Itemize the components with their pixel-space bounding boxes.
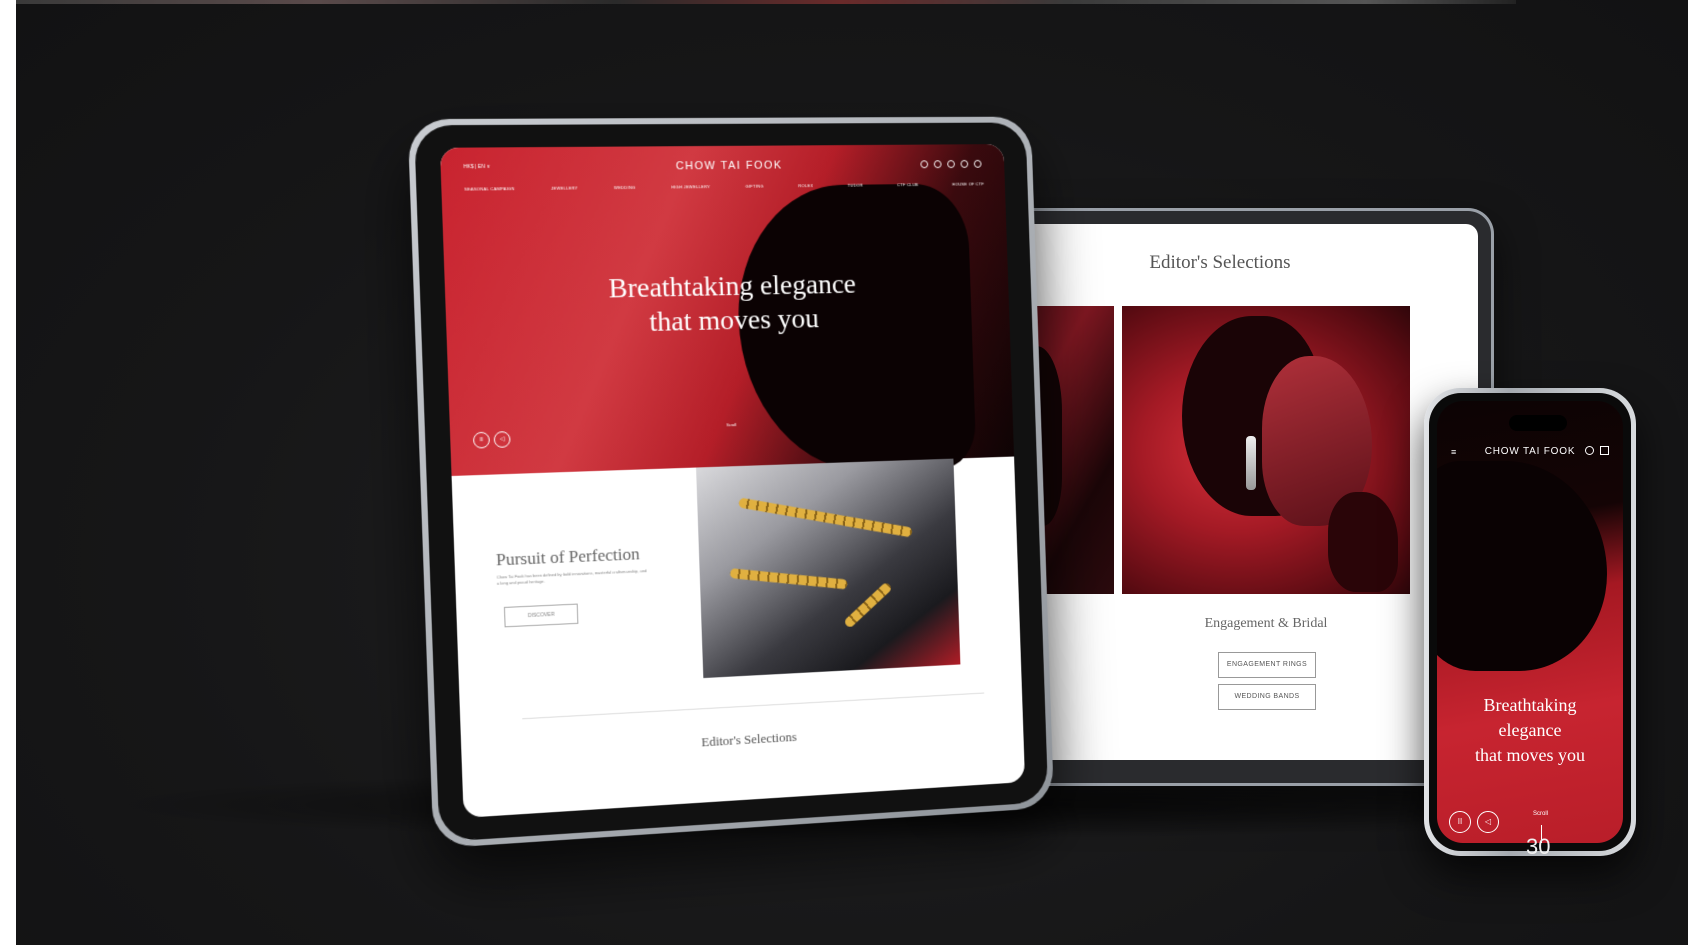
nav-tudor[interactable]: TUDOR — [848, 183, 863, 188]
section-divider — [522, 692, 985, 720]
account-icon[interactable] — [947, 160, 955, 169]
mockup-stage: Editor's Selections Engagement & Bridal … — [16, 0, 1688, 945]
search-icon[interactable] — [960, 160, 969, 168]
engagement-rings-button[interactable]: ENGAGEMENT RINGS — [1218, 652, 1316, 678]
tablet-screen: HK$ | EN ∨ CHOW TAI FOOK SEASONAL CAMPAI… — [439, 144, 1026, 818]
phone-hero-line-3: that moves you — [1475, 745, 1585, 765]
phone-hero-line-2: elegance — [1498, 720, 1562, 740]
nav-seasonal-campaign[interactable]: SEASONAL CAMPAIGN — [464, 186, 514, 192]
dynamic-island — [1509, 415, 1567, 431]
engagement-bridal-heading: Engagement & Bridal — [1204, 616, 1328, 631]
nav-rolex[interactable]: ROLEX — [798, 183, 813, 188]
nav-high-jewellery[interactable]: HIGH JEWELLERY — [671, 184, 710, 189]
tablet-device: HK$ | EN ∨ CHOW TAI FOOK SEASONAL CAMPAI… — [407, 116, 1055, 849]
mute-icon[interactable]: ◁ — [493, 431, 511, 448]
phone-pause-icon[interactable]: II — [1449, 811, 1471, 833]
laptop-editors-title: Editor's Selections — [1149, 252, 1291, 273]
bag-icon[interactable] — [973, 159, 982, 168]
nav-gifting[interactable]: GIFTING — [745, 184, 763, 189]
tablet-hero: HK$ | EN ∨ CHOW TAI FOOK SEASONAL CAMPAI… — [439, 144, 1015, 476]
wedding-bands-button[interactable]: WEDDING BANDS — [1218, 684, 1316, 710]
nav-ctf-club[interactable]: CTF CLUB — [897, 182, 918, 187]
editorial-photo-right[interactable] — [1122, 306, 1410, 594]
discover-button[interactable]: DISCOVER — [503, 603, 579, 628]
wishlist-icon[interactable] — [933, 160, 942, 169]
nav-wedding[interactable]: WEDDING — [614, 185, 636, 190]
phone-mute-icon[interactable]: ◁ — [1477, 811, 1499, 833]
phone-hero-headline: Breathtaking elegance that moves you — [1437, 693, 1623, 768]
phone-hero-line-1: Breathtaking — [1483, 695, 1577, 715]
phone-search-icon[interactable] — [1585, 446, 1594, 455]
tablet-editors-title: Editor's Selections — [701, 728, 797, 750]
gold-chain-photo[interactable] — [696, 458, 961, 679]
scroll-label: Scroll — [726, 422, 737, 428]
tablet-hero-headline: Breathtaking elegance that moves you — [444, 265, 1009, 345]
pursuit-description: Chow Tai Fook has been defined by bold i… — [496, 568, 647, 586]
top-image-strip — [16, 0, 1516, 4]
earring-image — [1246, 436, 1256, 490]
phone-screen: ≡ CHOW TAI FOOK Breathtaking elegance th… — [1437, 401, 1623, 843]
pursuit-title: Pursuit of Perfection — [495, 544, 640, 570]
pause-icon[interactable]: II — [472, 431, 491, 449]
nav-house-of-ctf[interactable]: HOUSE OF CTF — [952, 181, 984, 186]
phone-bag-icon[interactable] — [1600, 446, 1609, 455]
nav-jewellery[interactable]: JEWELLERY — [551, 185, 578, 190]
phone-scroll-label: Scroll — [1533, 811, 1549, 817]
phone-device: ≡ CHOW TAI FOOK Breathtaking elegance th… — [1424, 388, 1636, 856]
location-icon[interactable] — [920, 160, 929, 169]
page-number: 30 — [1526, 834, 1551, 859]
